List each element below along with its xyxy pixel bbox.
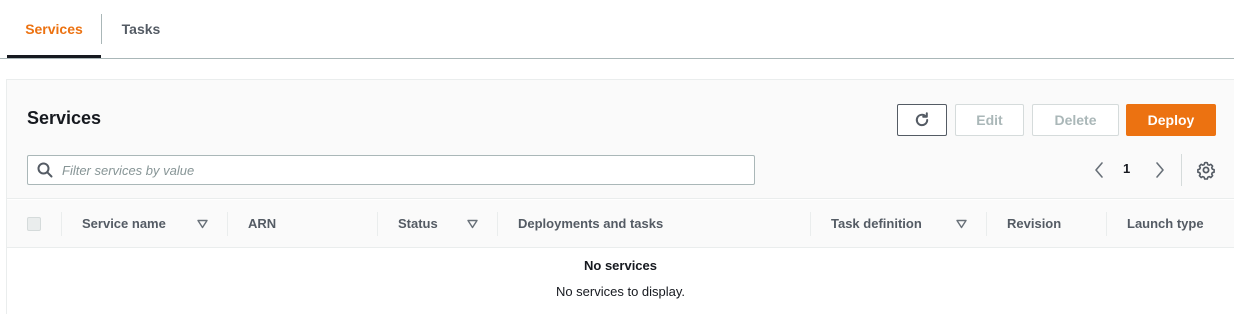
- pagination-divider: [1181, 154, 1182, 186]
- column-header-status[interactable]: Status: [398, 200, 438, 248]
- sort-down-icon[interactable]: [467, 219, 478, 229]
- empty-state-title: No services: [584, 258, 657, 273]
- column-separator: [1106, 212, 1107, 236]
- sort-down-icon[interactable]: [197, 219, 208, 229]
- gear-icon[interactable]: [1196, 160, 1216, 180]
- edit-button[interactable]: Edit: [955, 104, 1024, 136]
- search-box: [27, 155, 755, 185]
- search-input[interactable]: [62, 156, 742, 184]
- column-header-service-name[interactable]: Service name: [82, 200, 166, 248]
- pagination-current-page[interactable]: 1: [1123, 161, 1130, 176]
- column-header-deployments-and-tasks[interactable]: Deployments and tasks: [518, 200, 663, 248]
- column-header-task-definition[interactable]: Task definition: [831, 200, 922, 248]
- tab-bar: Services Tasks: [0, 0, 1234, 59]
- select-all-checkbox[interactable]: [27, 217, 41, 231]
- panel-title: Services: [27, 108, 102, 128]
- column-separator: [497, 212, 498, 236]
- panel-header: Services Edit Delete Deploy 1: [7, 80, 1234, 199]
- column-separator: [227, 212, 228, 236]
- column-header-launch-type[interactable]: Launch type: [1127, 200, 1204, 248]
- column-separator: [986, 212, 987, 236]
- deploy-button[interactable]: Deploy: [1126, 104, 1216, 136]
- column-separator: [61, 212, 62, 236]
- search-icon: [37, 162, 53, 178]
- table-header: Service name ARN Status Deployments and …: [7, 200, 1234, 248]
- column-separator: [810, 212, 811, 236]
- chevron-right-icon[interactable]: [1153, 160, 1167, 180]
- sort-down-icon[interactable]: [956, 219, 967, 229]
- refresh-icon: [915, 112, 929, 127]
- services-panel: Services Edit Delete Deploy 1: [6, 79, 1234, 314]
- empty-state-description: No services to display.: [555, 284, 686, 299]
- delete-button[interactable]: Delete: [1032, 104, 1119, 136]
- column-header-arn[interactable]: ARN: [248, 200, 276, 248]
- chevron-left-icon[interactable]: [1092, 160, 1106, 180]
- column-header-revision[interactable]: Revision: [1007, 200, 1061, 248]
- column-separator: [377, 212, 378, 236]
- tab-services[interactable]: Services: [7, 0, 101, 58]
- refresh-button[interactable]: [897, 104, 947, 136]
- tab-tasks[interactable]: Tasks: [102, 0, 180, 58]
